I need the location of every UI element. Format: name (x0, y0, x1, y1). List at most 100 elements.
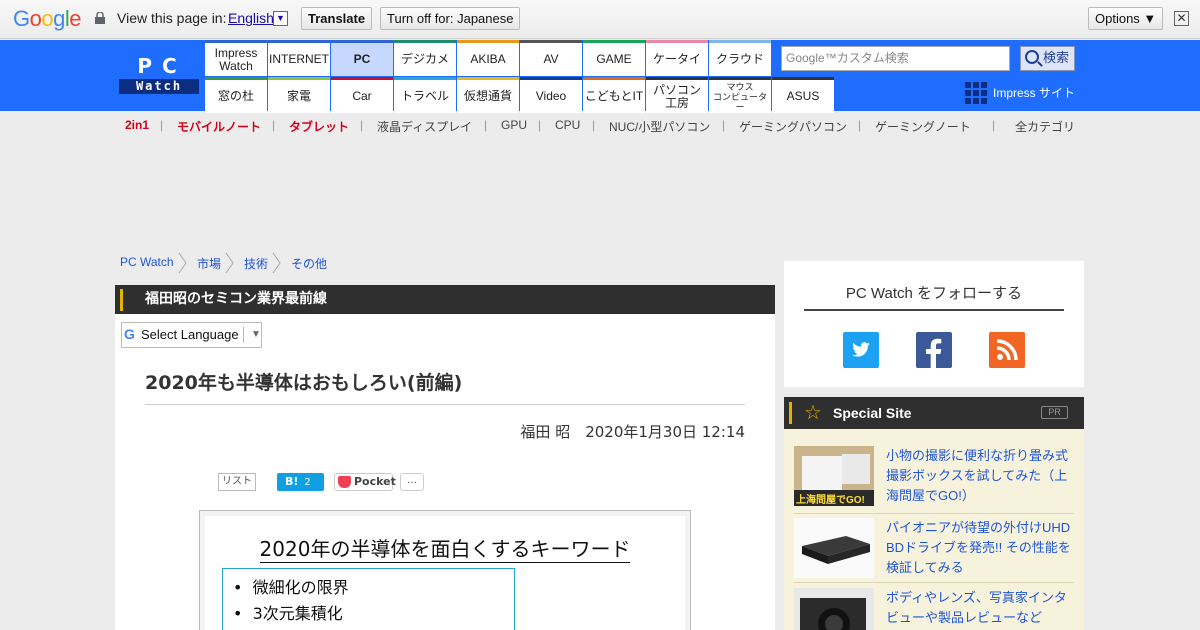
chevron-right-icon (272, 252, 281, 274)
slide-title-text: 2020年の半導体を面白くするキーワード (259, 537, 631, 563)
language-select[interactable]: English (228, 10, 274, 26)
select-language-label: Select Language (141, 327, 239, 342)
divider (804, 309, 1064, 311)
google-logo: Google (13, 6, 82, 31)
translate-button[interactable]: Translate (301, 7, 373, 30)
nav-item[interactable]: ケータイ (646, 40, 708, 76)
nav-item[interactable]: GAME (583, 40, 645, 76)
category-separator: | (360, 118, 364, 132)
follow-panel: PC Watch をフォローする (784, 261, 1084, 387)
special-item[interactable]: ボディやレンズ、写真家インタビューや製品レビューなど (794, 588, 1074, 630)
nav-item-label: トラベル (400, 89, 449, 103)
select-language-dropdown[interactable]: G Select Language ▼ (121, 322, 262, 348)
special-item[interactable]: 上海問屋でGO! 小物の撮影に便利な折り畳み式撮影ボックスを試してみた（上海問屋… (794, 446, 1074, 510)
category-link[interactable]: 2in1 (125, 118, 149, 132)
nav-item[interactable]: Car (331, 77, 393, 113)
series-header[interactable]: 福田昭のセミコン業界最前線 (115, 285, 775, 314)
share-list-button[interactable]: リスト (218, 473, 256, 491)
nav-item-label: 窓の杜 (217, 89, 254, 103)
nav-item[interactable]: 仮想通貨 (457, 77, 519, 113)
series-title: 福田昭のセミコン業界最前線 (145, 291, 327, 307)
all-categories-link[interactable]: 全カテゴリ (1015, 118, 1075, 135)
nav-item-label: マウス コンピューター (712, 81, 767, 112)
close-icon[interactable]: ✕ (1174, 11, 1189, 26)
pocket-label: Pocket (354, 475, 396, 488)
logo-pc-text: PC (137, 54, 187, 78)
nav-item-label: こどもとIT (584, 89, 644, 103)
turn-off-button[interactable]: Turn off for: Japanese (380, 7, 521, 30)
nav-item-label: PC (353, 52, 371, 66)
nav-item[interactable]: こどもとIT (583, 77, 645, 113)
category-link[interactable]: NUC/小型パソコン (609, 118, 710, 135)
rss-icon[interactable] (989, 332, 1025, 368)
thumbnail-caption: 上海問屋でGO! (796, 495, 865, 506)
category-link[interactable]: タブレット (289, 118, 349, 135)
special-item-title: ボディやレンズ、写真家インタビューや製品レビューなど (886, 590, 1067, 625)
category-link[interactable]: GPU (501, 118, 527, 132)
breadcrumb-link[interactable]: 市場 (197, 255, 221, 272)
slide-title: 2020年の半導体を面白くするキーワード (205, 533, 685, 563)
nav-item-label: INTERNET (269, 52, 329, 66)
nav-item[interactable]: クラウド (709, 40, 771, 76)
category-bar: 全カテゴリ 2in1 | モバイルノート | タブレット | 液晶ディスプレイ | GPU | CP… (116, 118, 1086, 134)
nav-item[interactable]: AKIBA (457, 40, 519, 76)
nav-item[interactable]: Video (520, 77, 582, 113)
nav-item[interactable]: AV (520, 40, 582, 76)
slide-bullet: • 3次元集積化 (233, 604, 343, 623)
category-separator: | (538, 118, 542, 132)
special-item[interactable]: パイオニアが待望の外付けUHD BDドライブを発売!! その性能を検証してみる (794, 518, 1074, 582)
category-link[interactable]: ゲーミングパソコン (739, 118, 847, 135)
slide-bullet-text: 3次元集積化 (252, 604, 343, 623)
nav-item[interactable]: Impress Watch (205, 40, 267, 76)
category-link[interactable]: CPU (555, 118, 580, 132)
site-nav: Impress Watch INTERNET PC デジカメ AKIBA AV GAME ケー… (205, 40, 835, 113)
chevron-right-icon (225, 252, 234, 274)
search-button[interactable]: 検索 (1020, 46, 1075, 71)
camera-thumbnail (794, 588, 874, 630)
nav-item[interactable]: パソコン 工房 (646, 77, 708, 113)
search-input[interactable]: Google™カスタム検索 (781, 46, 1010, 71)
twitter-icon[interactable] (843, 332, 879, 368)
nav-item-label: AV (543, 52, 559, 66)
share-more-button[interactable]: … (400, 473, 424, 491)
category-link[interactable]: モバイルノート (177, 118, 261, 135)
article-slide-image[interactable]: 2020年の半導体を面白くするキーワード • 微細化の限界 • 3次元集積化 (199, 510, 691, 630)
nav-item[interactable]: ASUS (772, 77, 834, 113)
category-separator: | (592, 118, 596, 132)
nav-item-label: 仮想通貨 (463, 89, 512, 103)
category-link[interactable]: ゲーミングノート (875, 118, 971, 135)
hatena-bookmark-button[interactable]: B! 2 (277, 473, 324, 491)
language-dropdown-icon[interactable]: ▼ (273, 11, 288, 26)
nav-item[interactable]: マウス コンピューター (709, 77, 771, 113)
category-separator: | (484, 118, 488, 132)
facebook-icon[interactable] (916, 332, 952, 368)
view-page-label: View this page in: (117, 10, 227, 26)
series-accent-bar (120, 289, 123, 311)
options-button[interactable]: Options ▼ (1088, 7, 1164, 30)
pocket-button[interactable]: Pocket (334, 473, 396, 491)
nav-item[interactable]: 家電 (268, 77, 330, 113)
hatena-count: 2 (304, 477, 311, 488)
breadcrumb-link[interactable]: PC Watch (120, 255, 174, 269)
special-item-title: パイオニアが待望の外付けUHD BDドライブを発売!! その性能を検証してみる (886, 520, 1071, 575)
category-link[interactable]: 液晶ディスプレイ (377, 118, 472, 135)
breadcrumb-link[interactable]: その他 (291, 255, 327, 272)
nav-item[interactable]: INTERNET (268, 40, 330, 76)
nav-item[interactable]: トラベル (394, 77, 456, 113)
article-title: 2020年も半導体はおもしろい(前編) (145, 372, 463, 394)
byline: 福田 昭 2020年1月30日 12:14 (520, 423, 745, 441)
nav-item-label: パソコン 工房 (652, 82, 701, 110)
nav-item[interactable]: PC (331, 40, 393, 76)
nav-item[interactable]: デジカメ (394, 40, 456, 76)
pc-watch-logo[interactable]: PC Watch (119, 54, 199, 95)
pr-badge: PR (1041, 406, 1068, 419)
translate-bar: Google View this page in: English ▼ Tran… (0, 0, 1200, 39)
divider (794, 513, 1074, 514)
nav-item-label: クラウド (715, 52, 764, 66)
nav-item[interactable]: 窓の杜 (205, 77, 267, 113)
breadcrumb-link[interactable]: 技術 (244, 255, 268, 272)
impress-site-link[interactable]: Impress サイト (965, 82, 1075, 106)
special-item-title: 小物の撮影に便利な折り畳み式撮影ボックスを試してみた（上海問屋でGO!） (886, 448, 1069, 503)
category-separator: | (272, 118, 276, 132)
nav-item-label: ASUS (786, 89, 820, 103)
